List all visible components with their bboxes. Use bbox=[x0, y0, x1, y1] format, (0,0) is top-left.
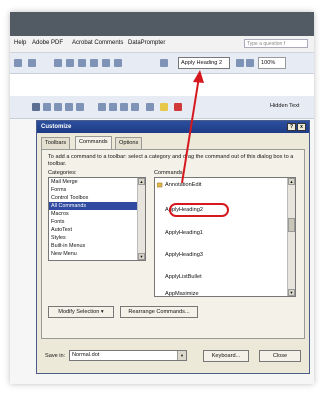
command-item[interactable]: ApplyHeading3 bbox=[165, 252, 203, 258]
chevron-down-icon: ▼ bbox=[177, 351, 186, 360]
categories-label: Categories: bbox=[48, 170, 77, 176]
window-top-strip bbox=[10, 12, 314, 36]
list-item[interactable]: AutoText bbox=[49, 226, 145, 234]
menu-acrobat-comments[interactable]: Acrobat Comments bbox=[72, 40, 123, 46]
modify-selection-label: Modify Selection bbox=[58, 309, 100, 315]
categories-scrollbar[interactable]: ▲ ▼ bbox=[137, 178, 145, 260]
save-in-value: Normal.dot bbox=[72, 352, 100, 358]
rearrange-commands-button[interactable]: Rearrange Commands... bbox=[120, 306, 198, 318]
document-map-icon[interactable] bbox=[160, 59, 168, 67]
style-dropdown[interactable]: Apply Heading 2 bbox=[178, 57, 230, 69]
scroll-down-icon[interactable]: ▼ bbox=[138, 253, 145, 260]
command-item[interactable]: ApplyListBullet bbox=[165, 274, 202, 280]
undo-icon[interactable] bbox=[14, 59, 22, 67]
formatting-toolbar bbox=[10, 96, 314, 119]
show-hide-icon[interactable] bbox=[236, 59, 244, 67]
close-button[interactable]: Close bbox=[259, 350, 301, 362]
justify-icon[interactable] bbox=[65, 103, 73, 111]
ask-question-input[interactable]: Type a question f bbox=[244, 39, 308, 48]
highlight-icon[interactable] bbox=[160, 103, 168, 111]
categories-list[interactable]: Mail Merge Forms Control Toolbox All Com… bbox=[48, 177, 146, 261]
align-right-icon[interactable] bbox=[54, 103, 62, 111]
tab-options[interactable]: Options bbox=[115, 137, 143, 149]
bullets-icon[interactable] bbox=[109, 103, 117, 111]
dialog-title: Customize bbox=[37, 121, 309, 133]
list-item[interactable]: Forms bbox=[49, 186, 145, 194]
columns-icon[interactable] bbox=[102, 59, 110, 67]
menu-bar: Help Adobe PDF Acrobat Comments DataProm… bbox=[10, 36, 314, 53]
save-in-label: Save in: bbox=[45, 353, 66, 359]
align-center-icon[interactable] bbox=[43, 103, 51, 111]
save-in-select[interactable]: Normal.dot ▼ bbox=[69, 350, 187, 361]
list-item[interactable]: Mail Merge bbox=[49, 178, 145, 186]
annotation-circle bbox=[169, 203, 229, 217]
commands-panel: To add a command to a toolbar: select a … bbox=[41, 149, 305, 339]
keyboard-button[interactable]: Keyboard... bbox=[203, 350, 249, 362]
pilcrow-icon[interactable] bbox=[246, 59, 254, 67]
menu-adobe-pdf[interactable]: Adobe PDF bbox=[32, 40, 63, 46]
command-item[interactable]: AppMaximize bbox=[165, 291, 199, 296]
list-item[interactable]: Built-in Menus bbox=[49, 242, 145, 250]
command-item[interactable]: AnnotationEdit bbox=[165, 182, 201, 188]
scroll-down-icon[interactable]: ▼ bbox=[288, 289, 295, 296]
instructions-text: To add a command to a toolbar: select a … bbox=[48, 154, 294, 167]
commands-scrollbar[interactable]: ▲ ▼ bbox=[287, 178, 295, 296]
scroll-up-icon[interactable]: ▲ bbox=[288, 178, 295, 185]
zoom-dropdown[interactable]: 100% bbox=[258, 57, 286, 69]
menu-dataprompter[interactable]: DataPrompter bbox=[128, 40, 165, 46]
list-item[interactable]: Macros bbox=[49, 210, 145, 218]
drawing-icon[interactable] bbox=[114, 59, 122, 67]
list-item[interactable]: Fonts bbox=[49, 218, 145, 226]
screenshot-photo: Help Adobe PDF Acrobat Comments DataProm… bbox=[10, 12, 314, 384]
redo-icon[interactable] bbox=[28, 59, 36, 67]
excel-icon[interactable] bbox=[90, 59, 98, 67]
list-item-selected[interactable]: All Commands bbox=[49, 202, 145, 210]
increase-indent-icon[interactable] bbox=[131, 103, 139, 111]
list-item[interactable]: Control Toolbox bbox=[49, 194, 145, 202]
document-area-top bbox=[10, 74, 314, 96]
close-icon[interactable]: x bbox=[297, 123, 306, 131]
border-icon[interactable] bbox=[146, 103, 154, 111]
numbering-icon[interactable] bbox=[98, 103, 106, 111]
list-item[interactable]: Styles bbox=[49, 234, 145, 242]
hidden-text-button[interactable]: Hidden Text bbox=[270, 103, 299, 109]
menu-help[interactable]: Help bbox=[14, 40, 26, 46]
scroll-up-icon[interactable]: ▲ bbox=[138, 178, 145, 185]
align-left-icon[interactable] bbox=[32, 103, 40, 111]
customize-dialog: Customize ? x Toolbars Commands Options … bbox=[36, 120, 310, 374]
scroll-thumb[interactable] bbox=[288, 218, 295, 232]
command-item[interactable]: ApplyHeading1 bbox=[165, 230, 203, 236]
tables-icon[interactable] bbox=[66, 59, 74, 67]
insert-table-icon[interactable] bbox=[78, 59, 86, 67]
font-color-icon[interactable] bbox=[174, 103, 182, 111]
hyperlink-icon[interactable] bbox=[54, 59, 62, 67]
tab-toolbars[interactable]: Toolbars bbox=[41, 137, 71, 149]
annotation-icon bbox=[157, 182, 163, 188]
list-item[interactable]: New Menu bbox=[49, 250, 145, 258]
line-spacing-icon[interactable] bbox=[76, 103, 84, 111]
decrease-indent-icon[interactable] bbox=[120, 103, 128, 111]
tab-commands[interactable]: Commands bbox=[75, 136, 112, 150]
commands-list[interactable]: AnnotationEdit ApplyHeading2 ApplyHeadin… bbox=[154, 177, 296, 297]
modify-selection-button[interactable]: Modify Selection ▾ bbox=[48, 306, 114, 318]
commands-label: Commands: bbox=[154, 170, 185, 176]
help-icon[interactable]: ? bbox=[287, 123, 296, 131]
dropdown-arrow-icon: ▾ bbox=[100, 309, 104, 315]
